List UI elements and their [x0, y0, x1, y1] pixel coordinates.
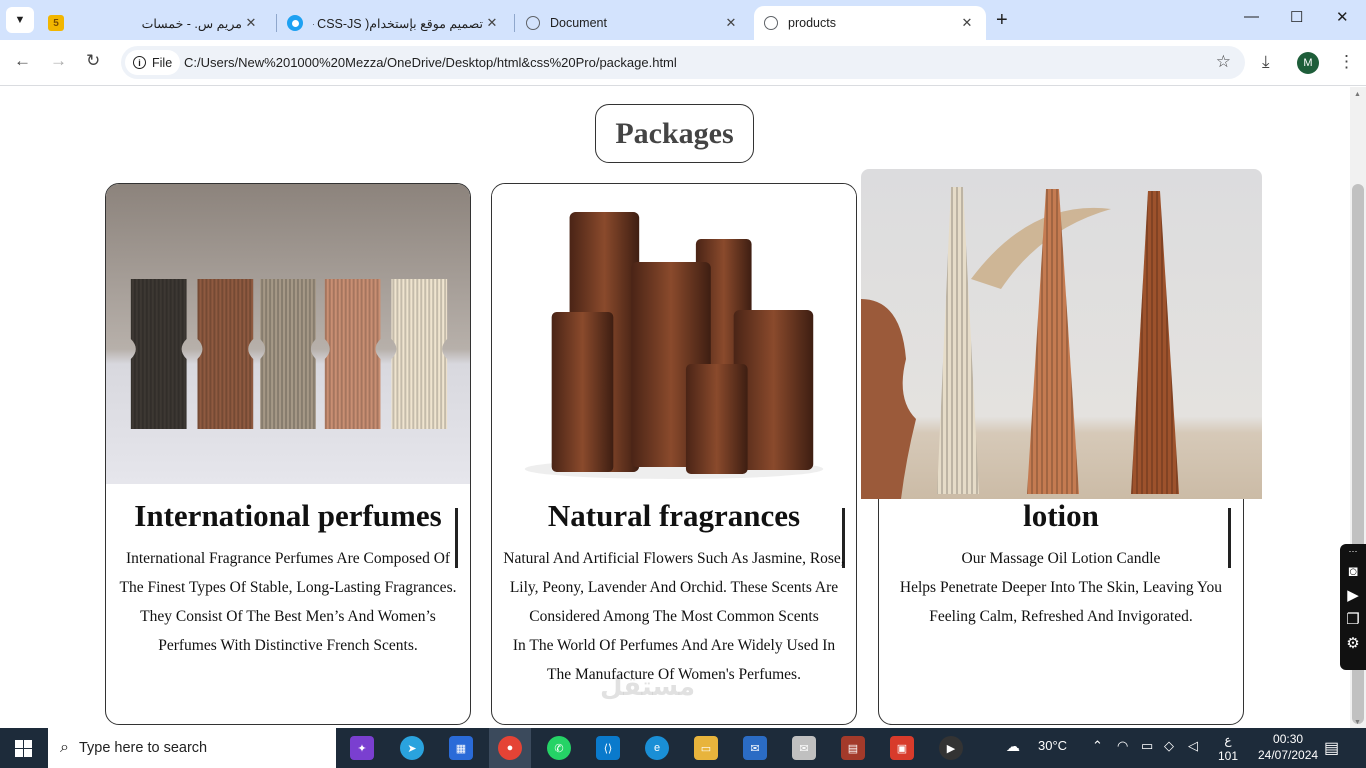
- site-info-label: File: [152, 55, 173, 70]
- pillar-candles-image: [492, 184, 856, 484]
- tab-title: products: [788, 16, 836, 30]
- telegram-icon[interactable]: ➤: [400, 736, 424, 760]
- card-description-part: Our Massage Oil Lotion Candle: [961, 550, 1161, 567]
- edge-icon[interactable]: e: [645, 736, 669, 760]
- media-player-icon[interactable]: ▶: [939, 736, 963, 760]
- new-tab-button[interactable]: +: [996, 9, 1008, 32]
- clock-time: 00:30: [1273, 732, 1304, 746]
- tab-khamsat[interactable]: 5 مريم س. - خمسات ✕: [38, 6, 270, 40]
- bluetooth-icon[interactable]: ◇: [1164, 738, 1174, 754]
- scroll-down-icon[interactable]: ▼: [1354, 719, 1361, 726]
- whatsapp-icon[interactable]: ✆: [547, 736, 571, 760]
- site-favicon-icon: [287, 15, 303, 31]
- close-icon[interactable]: ✕: [242, 15, 260, 31]
- window-icon[interactable]: ❐: [1340, 610, 1366, 628]
- wifi-icon[interactable]: ◠: [1117, 738, 1128, 754]
- camera-icon[interactable]: ◙: [1340, 563, 1366, 580]
- card-title: lotion: [1023, 498, 1099, 533]
- close-icon[interactable]: ✕: [722, 15, 740, 31]
- store-icon[interactable]: ▦: [449, 736, 473, 760]
- more-menu-icon[interactable]: ⋮: [1338, 52, 1355, 72]
- card-description: Our Massage Oil Lotion Candle Helps Pene…: [889, 544, 1233, 631]
- scroll-up-icon[interactable]: ▲: [1354, 91, 1361, 98]
- tab-css-js[interactable]: تصميم موقع بإستخدام( CSS-JS – ✕: [277, 6, 511, 40]
- info-icon: i: [133, 56, 146, 69]
- card-description: International Fragrance Perfumes Are Com…: [119, 550, 457, 654]
- profile-avatar[interactable]: M: [1297, 52, 1319, 74]
- language-code: ع: [1224, 733, 1232, 747]
- file-explorer-icon[interactable]: ▭: [694, 736, 718, 760]
- globe-icon: [526, 16, 540, 30]
- bookmark-star-icon[interactable]: ☆: [1216, 52, 1231, 72]
- notification-icon[interactable]: ▤: [1324, 738, 1339, 758]
- stacked-candles-image: [106, 184, 470, 484]
- windows-start-icon[interactable]: [15, 740, 32, 757]
- page-content: Packages International perfumes Internat…: [0, 87, 1350, 728]
- card-description-part: Helps Penetrate Deeper Into The Skin, Le…: [899, 579, 1223, 625]
- search-placeholder: Type here to search: [78, 740, 208, 756]
- close-icon[interactable]: ✕: [958, 15, 976, 31]
- taper-candles-image: [861, 169, 1262, 499]
- search-icon: ⌕: [60, 739, 69, 756]
- tab-document[interactable]: Document ✕: [516, 6, 750, 40]
- browser-toolbar: ← → ↻ i File C:/Users/New%201000%20Mezza…: [0, 40, 1366, 86]
- windows-taskbar: ⌕ Type here to search ✦ ➤ ▦ ● ✆ ⟨⟩ e ▭ ✉…: [0, 728, 1366, 768]
- language-indicator[interactable]: ع 101: [1218, 732, 1238, 764]
- temperature-text[interactable]: 30°C: [1038, 738, 1067, 753]
- tab-title: Document: [550, 16, 607, 30]
- weather-icon[interactable]: ☁: [1006, 738, 1020, 755]
- vscode-icon[interactable]: ⟨⟩: [596, 736, 620, 760]
- card-title: Natural fragrances: [547, 498, 801, 533]
- video-icon[interactable]: ▶: [1340, 586, 1366, 604]
- watermark-logo: مستقل: [600, 672, 696, 702]
- maximize-button[interactable]: ☐: [1290, 8, 1303, 26]
- office-icon[interactable]: ▣: [890, 736, 914, 760]
- url-text[interactable]: C:/Users/New%201000%20Mezza/OneDrive/Des…: [184, 55, 677, 70]
- address-bar[interactable]: i File C:/Users/New%201000%20Mezza/OneDr…: [121, 46, 1245, 79]
- minimize-button[interactable]: —: [1244, 8, 1259, 25]
- package-card: Natural fragrances Natural And Artificia…: [491, 183, 857, 725]
- forward-arrow-icon[interactable]: →: [50, 51, 67, 71]
- tab-search-button[interactable]: ▼: [6, 7, 34, 33]
- back-arrow-icon[interactable]: ←: [14, 51, 31, 71]
- card-description: Natural And Artificial Flowers Such As J…: [502, 544, 846, 689]
- card-title: International perfumes: [134, 498, 442, 533]
- page-title: Packages: [595, 104, 754, 163]
- language-sub: 101: [1218, 749, 1239, 763]
- tab-products[interactable]: products ✕: [754, 6, 986, 40]
- site-info-chip[interactable]: i File: [125, 50, 181, 75]
- mail-icon[interactable]: ✉: [743, 736, 767, 760]
- tab-title: تصميم موقع بإستخدام( CSS-JS –: [313, 16, 483, 31]
- khamsat-favicon-icon: 5: [48, 15, 64, 31]
- pin-icon[interactable]: ⋯: [1340, 546, 1366, 557]
- close-window-button[interactable]: ✕: [1336, 8, 1349, 26]
- screen-capture-toolbar: ⋯ ◙ ▶ ❐ ⚙: [1340, 544, 1366, 670]
- taskbar-search-input[interactable]: ⌕ Type here to search: [48, 728, 336, 768]
- volume-icon[interactable]: ◁: [1188, 738, 1198, 754]
- battery-icon[interactable]: ▭: [1141, 738, 1153, 754]
- copilot-icon[interactable]: ✦: [350, 736, 374, 760]
- package-card: International perfumes International Fra…: [105, 183, 471, 725]
- download-icon[interactable]: ⤓: [1262, 52, 1270, 72]
- tab-title: مريم س. - خمسات: [141, 16, 242, 31]
- envelope-app-icon[interactable]: ✉: [792, 736, 816, 760]
- close-icon[interactable]: ✕: [483, 15, 501, 31]
- chrome-icon[interactable]: ●: [498, 736, 522, 760]
- card-description-part: Natural And Artificial Flowers Such As J…: [503, 550, 845, 625]
- globe-icon: [764, 16, 778, 30]
- clock-date: 24/07/2024: [1258, 748, 1319, 762]
- chevron-down-icon: ▼: [14, 14, 26, 26]
- tab-strip: ▼ 5 مريم س. - خمسات ✕ تصميم موقع بإستخدا…: [0, 0, 1366, 40]
- reload-icon[interactable]: ↻: [86, 51, 100, 71]
- chevron-up-icon[interactable]: ⌃: [1092, 738, 1103, 754]
- gear-icon[interactable]: ⚙: [1340, 634, 1366, 652]
- tab-divider: [514, 14, 515, 32]
- taskbar-clock[interactable]: 00:30 24/07/2024: [1258, 731, 1318, 763]
- winrar-icon[interactable]: ▤: [841, 736, 865, 760]
